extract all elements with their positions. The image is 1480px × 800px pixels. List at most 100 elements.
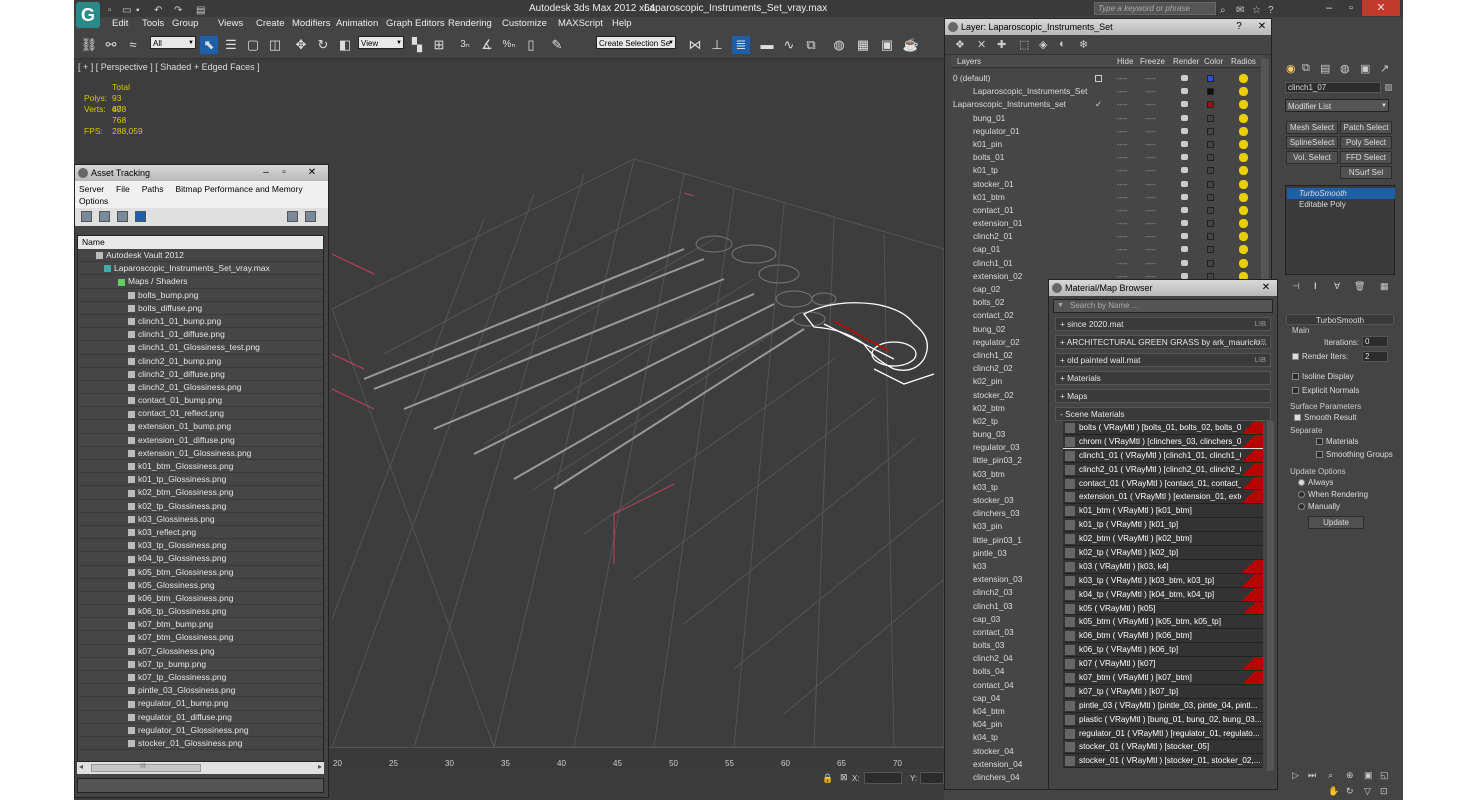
radiosity-icon[interactable] [1239, 179, 1248, 189]
hide-toggle[interactable]: ---- [1117, 164, 1128, 177]
asset-item[interactable]: k05_Glossiness.png [78, 579, 323, 592]
subscription-icon[interactable]: ✉ [1236, 2, 1248, 16]
help-icon[interactable] [287, 211, 298, 222]
modifier-list-combo[interactable]: Modifier List [1285, 99, 1389, 113]
asset-item[interactable]: k07_btm_bump.png [78, 618, 323, 632]
smooth-result-checkbox[interactable] [1294, 414, 1301, 421]
radiosity-icon[interactable] [1239, 205, 1248, 215]
object-color-swatch[interactable] [1385, 84, 1392, 91]
render-teapot-icon[interactable] [1181, 220, 1188, 227]
pivot-icon[interactable]: ▚ [408, 36, 426, 54]
viewport-label[interactable]: [ + ] [ Perspective ] [ Shaded + Edged F… [78, 62, 260, 72]
material-search-input[interactable]: Search by Name ... [1053, 299, 1273, 313]
radiosity-icon[interactable] [1239, 100, 1248, 110]
asset-item[interactable]: k07_Glossiness.png [78, 645, 323, 658]
save-file-icon[interactable]: ▪ [136, 2, 148, 16]
asset-item[interactable]: extension_01_bump.png [78, 420, 323, 434]
layer-row[interactable]: Laparoscopic_Instruments_Set ---- ---- [951, 85, 1267, 98]
maximize-icon[interactable]: ▫ [277, 166, 291, 179]
minimize-icon[interactable]: – [1318, 0, 1340, 16]
asset-menu-bitmap[interactable]: Bitmap Performance and Memory [176, 184, 303, 194]
spline-select-button[interactable]: SplineSelect [1286, 136, 1338, 149]
when-rendering-radio[interactable] [1298, 491, 1305, 498]
scene-material-item[interactable]: k06_tp ( VRayMtl ) [k06_tp] [1063, 643, 1263, 658]
layer-current-box[interactable] [1095, 75, 1102, 82]
object-name-field[interactable]: clinch1_07 [1285, 82, 1381, 93]
material-editor-icon[interactable]: ◍ [830, 36, 848, 54]
scene-material-item[interactable]: k02_btm ( VRayMtl ) [k02_btm] [1063, 532, 1263, 547]
menu-maxscript[interactable]: MAXScript [558, 17, 603, 31]
asset-item[interactable]: clinch1_01_diffuse.png [78, 328, 323, 342]
col-radiosity[interactable]: Radios [1231, 55, 1256, 68]
mesh-select-button[interactable]: Mesh Select [1286, 121, 1338, 134]
freeze-toggle[interactable]: ---- [1145, 98, 1156, 111]
layer-row[interactable]: k01_btm ---- ---- [951, 191, 1267, 204]
radiosity-icon[interactable] [1239, 113, 1248, 123]
menu-edit[interactable]: Edit [112, 17, 128, 31]
next-frame-icon[interactable]: ⏭ [1308, 770, 1316, 781]
show-end-result-icon[interactable]: I [1314, 281, 1317, 291]
close-icon[interactable]: ✕ [1259, 281, 1273, 294]
layer-color-swatch[interactable] [1207, 101, 1214, 109]
new-file-icon[interactable]: ▫ [108, 2, 120, 16]
scene-material-item[interactable]: clinch2_01 ( VRayMtl ) [clinch2_01, clin… [1063, 462, 1263, 477]
render-production-icon[interactable]: ☕ [902, 36, 920, 54]
scene-material-item[interactable]: k03 ( VRayMtl ) [k03, k4] [1063, 559, 1263, 574]
scene-material-item[interactable]: k01_tp ( VRayMtl ) [k01_tp] [1063, 518, 1263, 533]
render-teapot-icon[interactable] [1181, 154, 1188, 161]
col-freeze[interactable]: Freeze [1140, 55, 1165, 68]
freeze-toggle[interactable]: ---- [1145, 230, 1156, 243]
layer-color-swatch[interactable] [1207, 233, 1214, 241]
zoom-icon[interactable]: ⌕ [1328, 770, 1333, 781]
close-icon[interactable]: ✕ [305, 166, 319, 179]
poly-select-button[interactable]: Poly Select [1340, 136, 1392, 149]
orbit-icon[interactable]: ↻ [1346, 786, 1354, 797]
modify-icon[interactable]: ▣ [1360, 62, 1370, 75]
hide-toggle[interactable]: ---- [1117, 85, 1128, 98]
scene-material-item[interactable]: k06_btm ( VRayMtl ) [k06_btm] [1063, 629, 1263, 644]
radiosity-icon[interactable] [1239, 74, 1248, 83]
asset-item[interactable]: pintle_03_Glossiness.png [78, 684, 323, 698]
pin-stack-icon[interactable]: ⊣ [1292, 281, 1300, 292]
explicit-normals-checkbox[interactable] [1292, 387, 1299, 394]
radiosity-icon[interactable] [1239, 139, 1248, 149]
layer-row[interactable]: clinch2_01 ---- ---- [951, 230, 1267, 243]
freeze-toggle[interactable]: ---- [1145, 243, 1156, 256]
snap-icon[interactable]: 3ₙ [456, 36, 474, 54]
ribbon-icon[interactable]: ▬ [758, 36, 776, 54]
rendered-frame-icon[interactable]: ▣ [878, 36, 896, 54]
maps-folder-row[interactable]: Maps / Shaders [78, 275, 323, 289]
scene-material-item[interactable]: bolts ( VRayMtl ) [bolts_01, bolts_02, b… [1063, 421, 1263, 435]
scene-material-item[interactable]: regulator_01 ( VRayMtl ) [regulator_01, … [1063, 726, 1263, 741]
layer-row[interactable]: k01_tp ---- ---- [951, 164, 1267, 177]
rotate-icon[interactable]: ↻ [314, 36, 332, 54]
asset-item[interactable]: clinch1_01_Glossiness_test.png [78, 341, 323, 355]
scroll-right-icon[interactable]: ▸ [318, 762, 322, 771]
layer-color-swatch[interactable] [1207, 167, 1214, 175]
material-group[interactable]: + ARCHITECTURAL GREEN GRASS by ark_mauri… [1055, 335, 1271, 349]
close-icon[interactable]: ✕ [1255, 20, 1269, 33]
isoline-checkbox[interactable] [1292, 373, 1299, 380]
display-icon[interactable]: ◉ [1286, 62, 1296, 75]
hide-toggle[interactable]: ---- [1117, 72, 1128, 85]
scroll-left-icon[interactable]: ◂ [79, 762, 83, 771]
render-teapot-icon[interactable] [1181, 259, 1188, 266]
hierarchy-icon[interactable]: ⧉ [1302, 62, 1310, 75]
remove-modifier-icon[interactable]: 🗑 [1354, 281, 1365, 292]
render-setup-icon[interactable]: ▦ [854, 36, 872, 54]
update-button[interactable]: Update [1308, 516, 1364, 529]
help-icon[interactable]: ? [1268, 2, 1280, 16]
align-icon[interactable]: ⊥ [708, 36, 726, 54]
render-iters-spinner[interactable]: 2 [1362, 351, 1388, 362]
col-layers[interactable]: Layers [957, 55, 981, 68]
app-logo[interactable]: G [76, 2, 100, 28]
asset-item[interactable]: bolts_bump.png [78, 289, 323, 302]
add-to-layer-icon[interactable]: ✚ [997, 38, 1006, 51]
render-teapot-icon[interactable] [1181, 272, 1188, 279]
close-icon[interactable]: ✕ [1362, 0, 1400, 16]
asset-menu-options[interactable]: Options [79, 196, 108, 206]
maximize-viewport-icon[interactable]: ◱ [1380, 770, 1389, 781]
configure-sets-icon[interactable]: ▦ [1380, 281, 1389, 292]
freeze-toggle[interactable]: ---- [1145, 72, 1156, 85]
menu-rendering[interactable]: Rendering [448, 17, 492, 31]
